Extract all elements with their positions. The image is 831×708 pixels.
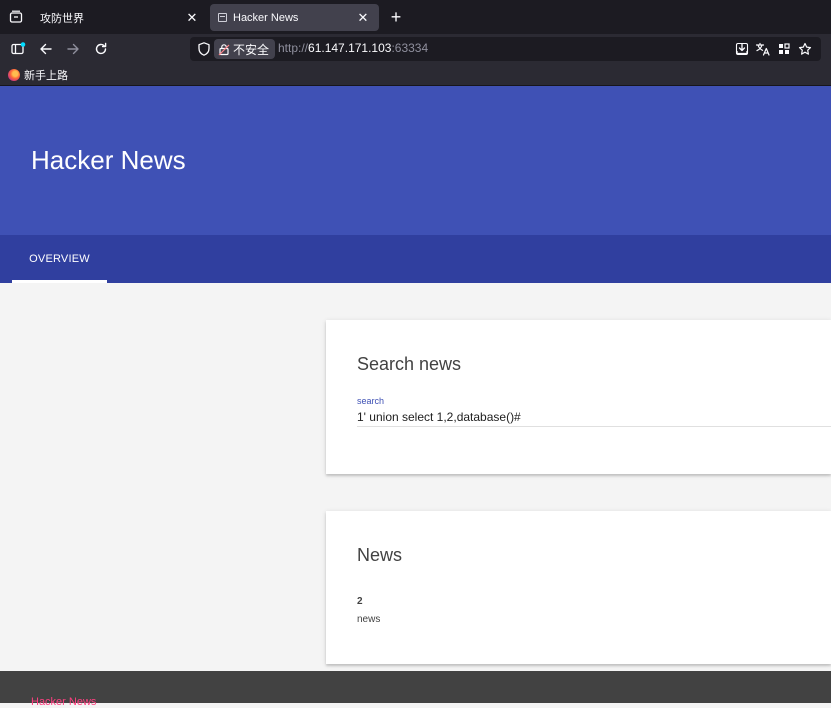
insecure-lock-icon <box>218 43 230 55</box>
extensions-icon[interactable] <box>776 40 792 58</box>
back-arrow-icon[interactable] <box>36 39 56 59</box>
bookmark-label: 新手上路 <box>24 70 68 82</box>
site-security-indicator[interactable]: 不安全 <box>214 39 276 59</box>
browser-navbar: 不安全 http://61.147.171.103:63334 <box>0 34 831 64</box>
close-icon[interactable]: ✕ <box>355 10 371 26</box>
plus-icon[interactable]: + <box>386 7 406 27</box>
page-tabs-bar: OVERVIEW <box>0 235 831 283</box>
translate-icon[interactable] <box>755 40 771 58</box>
download-icon[interactable] <box>734 40 750 58</box>
browser-tabstrip: 攻防世界 ✕ Hacker News ✕ + <box>0 0 831 34</box>
page-favicon-icon <box>218 13 227 22</box>
page-header: Hacker News <box>0 86 831 235</box>
shield-icon[interactable] <box>196 41 212 57</box>
search-news-card: Search news search <box>326 320 831 474</box>
news-item-text: news <box>357 614 381 625</box>
url-host: 61.147.171.103 <box>308 41 392 55</box>
news-card: News 2 news <box>326 511 831 664</box>
close-icon[interactable]: ✕ <box>184 10 200 26</box>
bookmark-item[interactable]: 新手上路 <box>8 67 68 83</box>
forward-arrow-icon[interactable] <box>63 39 83 59</box>
browser-tab-hacker-news[interactable]: Hacker News ✕ <box>210 4 379 31</box>
address-bar[interactable]: 不安全 http://61.147.171.103:63334 <box>190 37 821 61</box>
sidebar-icon[interactable] <box>8 39 28 59</box>
bookmarks-toolbar: 新手上路 <box>0 64 831 86</box>
firefox-icon <box>8 69 20 81</box>
page-footer: Hacker News <box>0 671 831 708</box>
url-port: :63334 <box>391 41 429 55</box>
footer-brand[interactable]: Hacker News <box>31 696 96 708</box>
page-title: Hacker News <box>31 145 186 175</box>
url-scheme: http:// <box>278 41 309 55</box>
tab-overview[interactable]: OVERVIEW <box>12 235 107 283</box>
tab-list-icon[interactable] <box>6 7 26 27</box>
news-item-id: 2 <box>357 596 363 607</box>
browser-tab-title: Hacker News <box>233 11 299 24</box>
star-icon[interactable] <box>797 40 813 58</box>
active-tab-indicator <box>12 280 107 283</box>
url-actions <box>734 40 813 58</box>
news-card-title: News <box>357 545 403 565</box>
browser-tab-gongfang[interactable]: 攻防世界 ✕ <box>32 4 208 31</box>
search-field-label: search <box>357 396 385 406</box>
search-card-title: Search news <box>357 354 462 374</box>
url-text[interactable]: http://61.147.171.103:63334 <box>278 41 428 55</box>
security-label: 不安全 <box>233 42 270 57</box>
reload-icon[interactable] <box>91 39 111 59</box>
search-input[interactable] <box>357 408 831 427</box>
browser-tab-title: 攻防世界 <box>40 12 84 25</box>
